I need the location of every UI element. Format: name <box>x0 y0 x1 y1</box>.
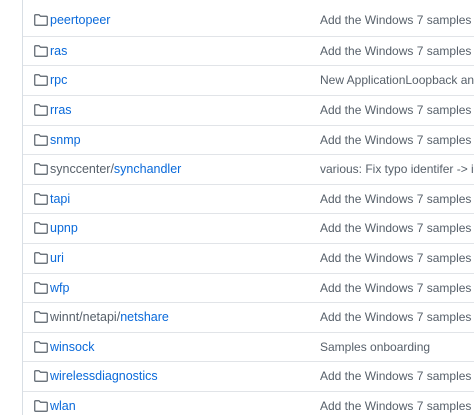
item-name: peertopeer <box>50 12 110 28</box>
list-item[interactable]: wfp Add the Windows 7 samples <box>23 273 474 303</box>
item-path-prefix: winnt/netapi/ <box>50 310 121 324</box>
commit-message[interactable]: various: Fix typo identifer -> ide <box>320 161 474 177</box>
commit-message[interactable]: Add the Windows 7 samples <box>320 220 471 236</box>
commit-message[interactable]: Samples onboarding <box>320 339 430 355</box>
folder-icon <box>34 104 48 116</box>
commit-message[interactable]: Add the Windows 7 samples <box>320 12 471 28</box>
item-link[interactable]: synchandler <box>114 162 181 176</box>
folder-icon <box>34 370 48 382</box>
item-link[interactable]: peertopeer <box>50 13 110 27</box>
list-item[interactable]: winnt/netapi/netshare Add the Windows 7 … <box>23 302 474 332</box>
commit-message[interactable]: Add the Windows 7 samples <box>320 102 471 118</box>
list-item[interactable]: tapi Add the Windows 7 samples <box>23 184 474 214</box>
folder-icon <box>34 282 48 294</box>
list-item[interactable]: peertopeer Add the Windows 7 samples <box>23 6 474 36</box>
list-item[interactable]: wirelessdiagnostics Add the Windows 7 sa… <box>23 361 474 391</box>
folder-icon <box>34 252 48 264</box>
item-link[interactable]: wlan <box>50 399 76 413</box>
folder-icon <box>34 311 48 323</box>
folder-icon <box>34 400 48 412</box>
item-name: uri <box>50 250 64 266</box>
list-item[interactable]: upnp Add the Windows 7 samples <box>23 213 474 243</box>
item-link[interactable]: tapi <box>50 192 70 206</box>
commit-message[interactable]: Add the Windows 7 samples <box>320 132 471 148</box>
list-item[interactable]: rpc New ApplicationLoopback and C <box>23 65 474 95</box>
item-link[interactable]: upnp <box>50 221 78 235</box>
item-link[interactable]: snmp <box>50 133 81 147</box>
folder-icon <box>34 341 48 353</box>
item-name: tapi <box>50 191 70 207</box>
item-link[interactable]: rras <box>50 103 72 117</box>
item-link[interactable]: rpc <box>50 73 67 87</box>
commit-message[interactable]: Add the Windows 7 samples <box>320 43 471 59</box>
item-link[interactable]: uri <box>50 251 64 265</box>
commit-message[interactable]: New ApplicationLoopback and C <box>320 72 474 88</box>
item-path-prefix: synccenter/ <box>50 162 114 176</box>
item-link[interactable]: wfp <box>50 281 69 295</box>
folder-icon <box>34 74 48 86</box>
item-name: snmp <box>50 132 81 148</box>
item-link[interactable]: winsock <box>50 340 94 354</box>
list-item[interactable]: wlan Add the Windows 7 samples <box>23 391 474 415</box>
folder-icon <box>34 163 48 175</box>
list-item[interactable]: winsock Samples onboarding <box>23 332 474 362</box>
commit-message[interactable]: Add the Windows 7 samples <box>320 280 471 296</box>
folder-icon <box>34 193 48 205</box>
folder-icon <box>34 45 48 57</box>
item-name: wlan <box>50 398 76 414</box>
item-name: wfp <box>50 280 69 296</box>
commit-message[interactable]: Add the Windows 7 samples <box>320 398 471 414</box>
folder-icon <box>34 222 48 234</box>
list-item[interactable]: rras Add the Windows 7 samples <box>23 95 474 125</box>
item-name: upnp <box>50 220 78 236</box>
list-item[interactable]: ras Add the Windows 7 samples <box>23 36 474 66</box>
commit-message[interactable]: Add the Windows 7 samples <box>320 191 471 207</box>
list-item[interactable]: snmp Add the Windows 7 samples <box>23 125 474 155</box>
folder-icon <box>34 14 48 26</box>
commit-message[interactable]: Add the Windows 7 samples <box>320 250 471 266</box>
item-link[interactable]: wirelessdiagnostics <box>50 369 158 383</box>
folder-icon <box>34 134 48 146</box>
commit-message[interactable]: Add the Windows 7 samples <box>320 309 471 325</box>
item-name: rras <box>50 102 72 118</box>
item-link[interactable]: ras <box>50 44 67 58</box>
item-name: winsock <box>50 339 94 355</box>
list-item[interactable]: synccenter/synchandler various: Fix typo… <box>23 154 474 184</box>
item-name: rpc <box>50 72 67 88</box>
item-name: winnt/netapi/netshare <box>50 309 169 325</box>
commit-message[interactable]: Add the Windows 7 samples <box>320 368 471 384</box>
item-name: wirelessdiagnostics <box>50 368 158 384</box>
file-list: peertopeer Add the Windows 7 samples ras… <box>22 0 474 415</box>
list-item[interactable]: uri Add the Windows 7 samples <box>23 243 474 273</box>
item-link[interactable]: netshare <box>120 310 169 324</box>
item-name: ras <box>50 43 67 59</box>
item-name: synccenter/synchandler <box>50 161 181 177</box>
